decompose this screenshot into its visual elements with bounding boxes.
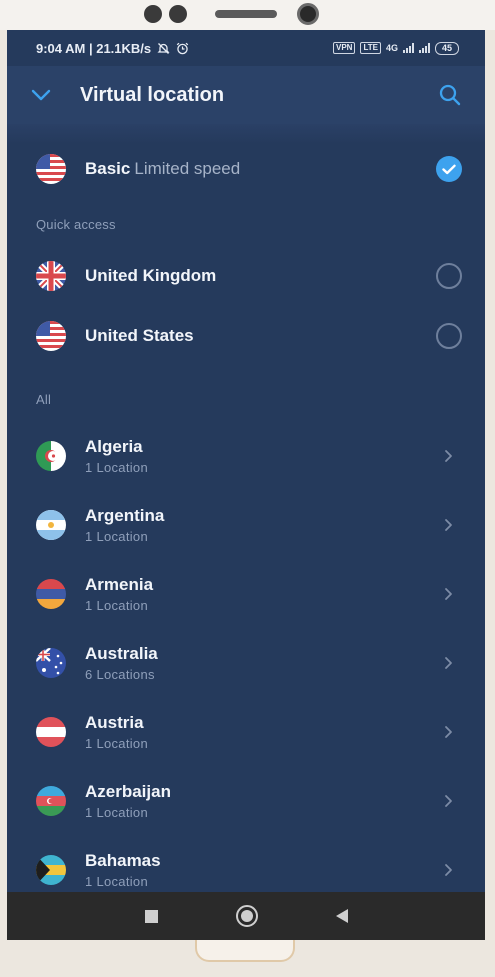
app-header: Virtual location <box>7 66 485 124</box>
status-time: 9:04 AM | 21.1KB/s <box>36 40 152 56</box>
page-title: Virtual location <box>80 83 225 106</box>
country-name: Austria <box>85 712 144 732</box>
row-text: Azerbaijan 1 Location <box>85 782 436 820</box>
location-count: 6 Locations <box>85 666 155 682</box>
us-flag-icon <box>36 154 66 184</box>
chevron-right-icon <box>436 719 462 745</box>
country-name: Azerbaijan <box>85 781 171 801</box>
location-count: 1 Location <box>85 873 148 889</box>
location-row-australia[interactable]: Australia 6 Locations <box>7 628 485 697</box>
signal-icon <box>402 43 414 53</box>
country-name: United Kingdom <box>85 266 217 285</box>
austria-flag-icon <box>36 716 66 747</box>
row-text: Armenia 1 Location <box>85 575 436 613</box>
row-text: Austria 1 Location <box>85 713 436 751</box>
algeria-flag-icon <box>36 440 66 471</box>
location-count: 1 Location <box>85 528 148 544</box>
physical-home-key <box>195 940 295 962</box>
vpn-badge: VPN <box>333 42 356 54</box>
status-right: VPN LTE 4G 45 <box>333 41 459 55</box>
location-row-austria[interactable]: Austria 1 Location <box>7 697 485 766</box>
search-button[interactable] <box>437 82 463 108</box>
front-camera <box>297 3 319 25</box>
section-label-all: All <box>36 392 52 407</box>
radio-button[interactable] <box>436 263 462 289</box>
location-row-united-kingdom[interactable]: United Kingdom <box>7 246 485 306</box>
phone-screen: 9:04 AM | 21.1KB/s VPN LTE 4G 45 Virtual… <box>7 30 485 940</box>
location-count: 1 Location <box>85 735 148 751</box>
collapse-button[interactable] <box>29 83 53 107</box>
basic-text: Basic Limited speed <box>85 159 436 179</box>
header-shadow <box>7 124 485 144</box>
chevron-down-icon <box>31 89 51 101</box>
location-count: 1 Location <box>85 459 148 475</box>
chevron-right-icon <box>436 512 462 538</box>
location-row-argentina[interactable]: Argentina 1 Location <box>7 490 485 559</box>
country-name: Australia <box>85 643 158 663</box>
radio-button[interactable] <box>436 323 462 349</box>
argentina-flag-icon <box>36 509 66 540</box>
basic-label: Basic <box>85 159 131 178</box>
country-name: United States <box>85 326 194 345</box>
country-name: Bahamas <box>85 850 161 870</box>
country-name: Argentina <box>85 505 165 525</box>
signal-icon <box>418 43 430 53</box>
bahamas-flag-icon <box>36 854 66 885</box>
chevron-right-icon <box>436 581 462 607</box>
uk-flag-icon <box>36 261 66 291</box>
chevron-right-icon <box>436 443 462 469</box>
location-row-algeria[interactable]: Algeria 1 Location <box>7 421 485 490</box>
chevron-right-icon <box>436 650 462 676</box>
location-row-armenia[interactable]: Armenia 1 Location <box>7 559 485 628</box>
row-text: Bahamas 1 Location <box>85 851 436 889</box>
azerbaijan-flag-icon <box>36 785 66 816</box>
back-button[interactable] <box>335 909 348 923</box>
checkmark-icon <box>442 164 456 174</box>
lte-badge: LTE <box>360 42 381 54</box>
country-name: Armenia <box>85 574 154 594</box>
sensor-dot <box>144 5 162 23</box>
home-button[interactable] <box>235 905 258 927</box>
location-row-basic[interactable]: Basic Limited speed <box>7 144 485 194</box>
row-text: United States <box>85 326 436 346</box>
row-text: Argentina 1 Location <box>85 506 436 544</box>
home-dot <box>240 910 253 922</box>
location-count: 1 Location <box>85 804 148 820</box>
bell-off-icon <box>157 42 170 54</box>
status-left: 9:04 AM | 21.1KB/s <box>36 41 189 56</box>
alarm-icon <box>176 42 189 54</box>
chevron-right-icon <box>436 788 462 814</box>
system-nav-bar <box>7 892 485 940</box>
country-name: Algeria <box>85 436 143 456</box>
battery-indicator: 45 <box>434 41 459 55</box>
search-icon <box>439 84 461 106</box>
recent-apps-button[interactable] <box>144 909 158 923</box>
row-text: United Kingdom <box>85 266 436 286</box>
section-label-quick-access: Quick access <box>36 217 116 232</box>
location-row-united-states[interactable]: United States <box>7 306 485 366</box>
row-text: Algeria 1 Location <box>85 437 436 475</box>
location-count: 1 Location <box>85 597 148 613</box>
network-type: 4G <box>385 43 398 53</box>
selected-check[interactable] <box>436 156 462 182</box>
status-bar: 9:04 AM | 21.1KB/s VPN LTE 4G 45 <box>7 30 485 66</box>
row-text: Australia 6 Locations <box>85 644 436 682</box>
location-row-azerbaijan[interactable]: Azerbaijan 1 Location <box>7 766 485 835</box>
us-flag-icon <box>36 321 66 351</box>
chevron-right-icon <box>436 857 462 883</box>
basic-subtitle: Limited speed <box>134 159 241 178</box>
australia-flag-icon <box>36 647 66 678</box>
phone-top-bezel <box>0 0 495 30</box>
earpiece-speaker <box>215 10 277 18</box>
armenia-flag-icon <box>36 578 66 609</box>
sensor-dot <box>169 5 187 23</box>
